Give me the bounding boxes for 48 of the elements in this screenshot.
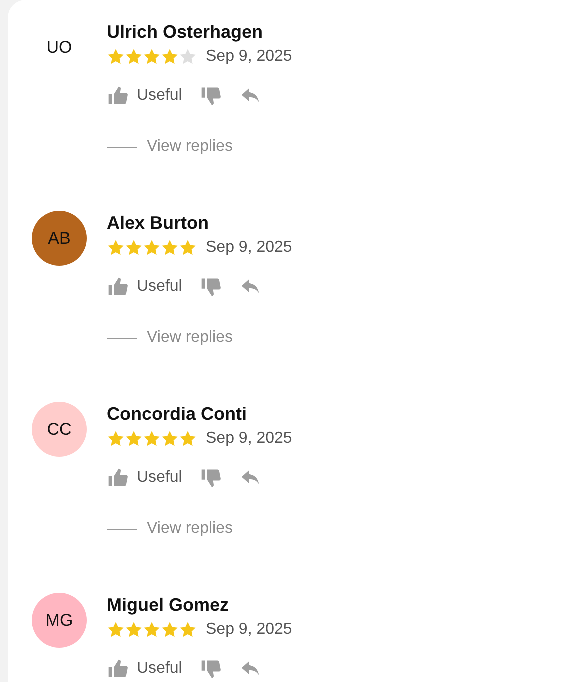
- thumbs-down-icon: [200, 276, 222, 298]
- star-icon: [161, 48, 179, 66]
- star-icon: [161, 239, 179, 257]
- thumbs-up-icon: [107, 276, 129, 298]
- useful-button[interactable]: Useful: [107, 467, 182, 489]
- star-icon: [143, 430, 161, 448]
- useful-button[interactable]: Useful: [107, 658, 182, 680]
- review-date: Sep 9, 2025: [206, 239, 292, 257]
- reviewer-name: Miguel Gomez: [107, 594, 230, 616]
- dislike-button[interactable]: [200, 276, 222, 298]
- useful-button[interactable]: Useful: [107, 85, 182, 107]
- review-date: Sep 9, 2025: [206, 621, 292, 639]
- star-icon: [125, 621, 143, 639]
- star-icon: [161, 621, 179, 639]
- star-icon: [179, 621, 197, 639]
- star-icon: [143, 239, 161, 257]
- star-icon: [107, 239, 125, 257]
- thumbs-up-icon: [107, 467, 129, 489]
- useful-button[interactable]: Useful: [107, 276, 182, 298]
- reviewer-name: Ulrich Osterhagen: [107, 21, 264, 43]
- star-icon: [125, 48, 143, 66]
- star-icon: [179, 239, 197, 257]
- review-date: Sep 9, 2025: [206, 48, 292, 66]
- thumbs-up-icon: [107, 85, 129, 107]
- avatar: CC: [32, 402, 87, 457]
- star-icon: [107, 48, 125, 66]
- star-icon: [143, 48, 161, 66]
- thumbs-down-icon: [200, 467, 222, 489]
- reviewer-name: Alex Burton: [107, 212, 210, 234]
- review-date: Sep 9, 2025: [206, 430, 292, 448]
- star-icon: [179, 430, 197, 448]
- star-icon: [161, 430, 179, 448]
- dislike-button[interactable]: [200, 85, 222, 107]
- dislike-button[interactable]: [200, 467, 222, 489]
- star-icon: [179, 48, 197, 66]
- dislike-button[interactable]: [200, 658, 222, 680]
- thumbs-up-icon: [107, 658, 129, 680]
- star-icon: [125, 239, 143, 257]
- avatar: MG: [32, 593, 87, 648]
- star-icon: [107, 621, 125, 639]
- thumbs-down-icon: [200, 658, 222, 680]
- reviewer-name: Concordia Conti: [107, 403, 248, 425]
- avatar: UO: [46, 36, 74, 58]
- star-icon: [143, 621, 161, 639]
- star-icon: [125, 430, 143, 448]
- avatar: AB: [32, 211, 87, 266]
- thumbs-down-icon: [200, 85, 222, 107]
- star-icon: [107, 430, 125, 448]
